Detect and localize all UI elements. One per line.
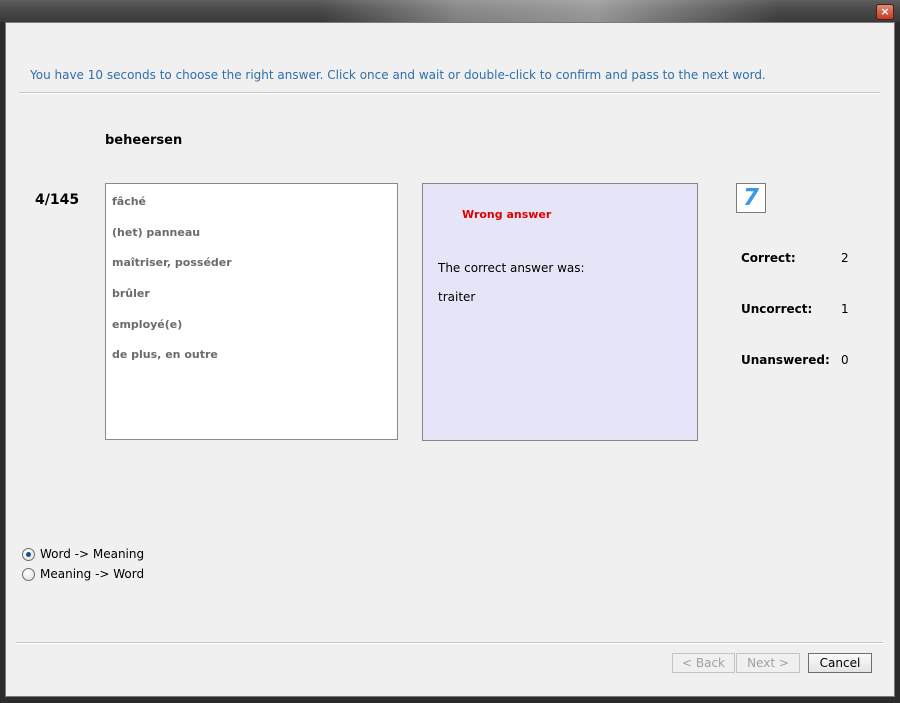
bottom-separator <box>16 642 883 644</box>
choices-list: fâché (het) panneau maîtriser, posséder … <box>105 183 398 440</box>
mode-label: Meaning -> Word <box>40 567 145 581</box>
correct-count: 2 <box>841 251 849 265</box>
question-word: beheersen <box>105 133 183 148</box>
choice-item[interactable]: fâché <box>112 195 146 208</box>
instruction-text: You have 10 seconds to choose the right … <box>30 68 766 82</box>
feedback-status: Wrong answer <box>462 208 552 221</box>
cancel-button[interactable]: Cancel <box>808 653 872 673</box>
countdown-value: 7 <box>742 185 759 211</box>
title-bar: × <box>0 0 900 22</box>
uncorrect-count: 1 <box>841 302 849 316</box>
next-button[interactable]: Next > <box>736 653 800 673</box>
question-counter: 4/145 <box>35 192 80 208</box>
title-bar-glare <box>320 0 780 22</box>
radio-button-checked[interactable] <box>22 548 35 561</box>
choice-item[interactable]: brûler <box>112 287 150 300</box>
unanswered-label: Unanswered: <box>741 353 830 367</box>
top-separator <box>19 92 880 94</box>
countdown-timer: 7 <box>736 183 766 213</box>
correct-answer-value: traiter <box>438 290 476 304</box>
mode-label: Word -> Meaning <box>40 547 145 561</box>
correct-answer-label: The correct answer was: <box>438 261 585 275</box>
uncorrect-label: Uncorrect: <box>741 302 813 316</box>
choice-item[interactable]: maîtriser, posséder <box>112 256 232 269</box>
choice-item[interactable]: employé(e) <box>112 318 182 331</box>
feedback-panel: Wrong answer The correct answer was: tra… <box>422 183 698 441</box>
choice-item[interactable]: (het) panneau <box>112 226 200 239</box>
back-button[interactable]: < Back <box>672 653 735 673</box>
correct-label: Correct: <box>741 251 796 265</box>
radio-button[interactable] <box>22 568 35 581</box>
close-button[interactable]: × <box>876 4 894 20</box>
choice-item[interactable]: de plus, en outre <box>112 348 218 361</box>
unanswered-count: 0 <box>841 353 849 367</box>
